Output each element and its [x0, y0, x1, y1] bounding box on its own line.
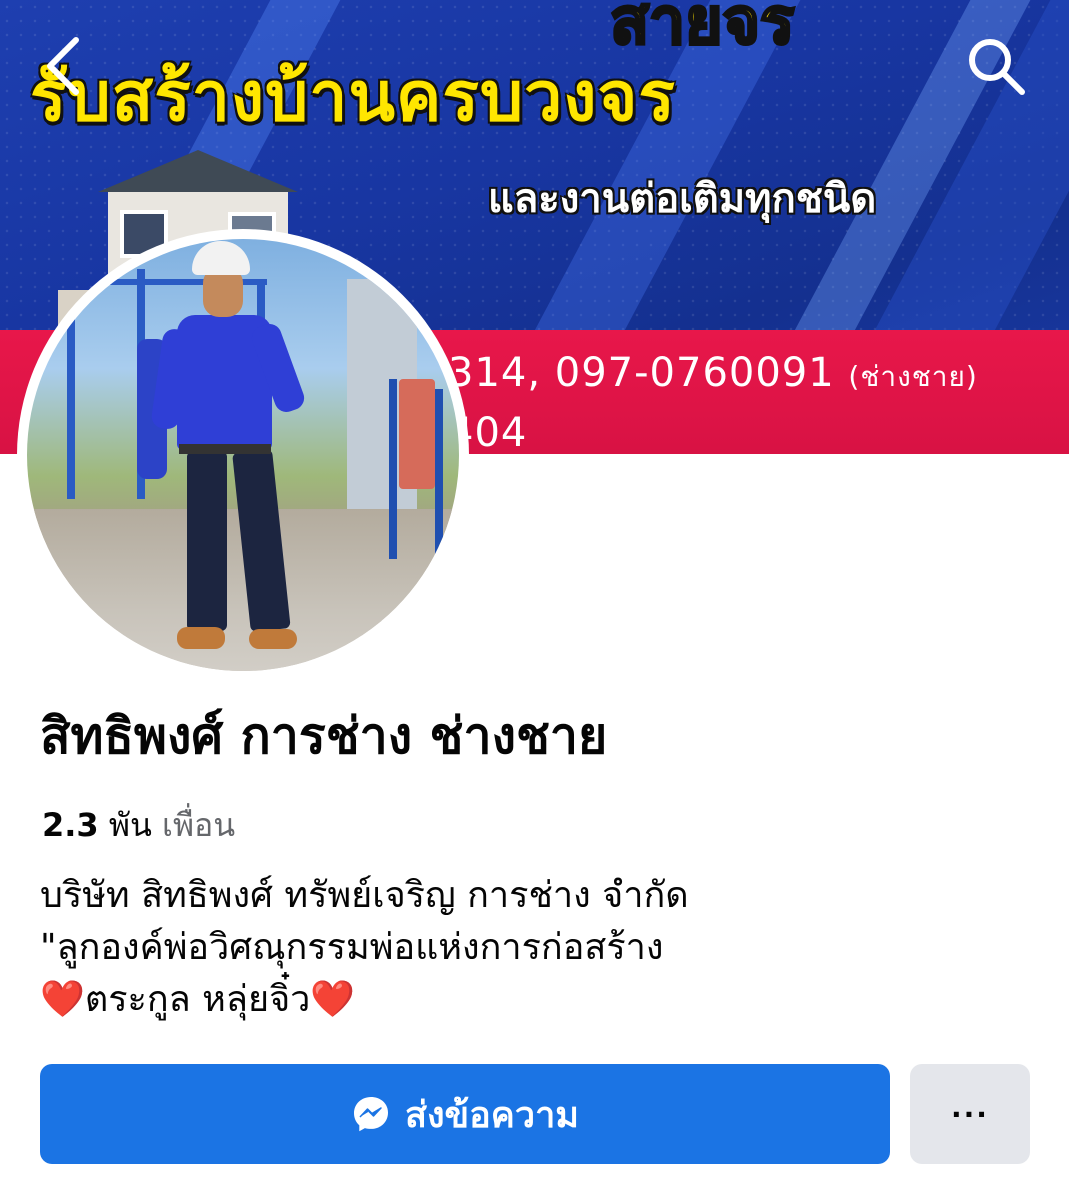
cover-phone-line1: 314, 097-0760091 (ช่างชาย) [448, 350, 978, 399]
profile-name: สิทธิพงศ์ การช่าง ช่างชาย [40, 707, 608, 765]
friends-count-unit: พัน [108, 806, 152, 844]
back-button[interactable] [30, 34, 94, 98]
friends-count-link[interactable]: 2.3 พัน เพื่อน [42, 800, 235, 851]
bio-line-text: ตระกูล หลุ่ยจิ๋ว [84, 979, 311, 1020]
bio-line: ❤️ตระกูล หลุ่ยจิ๋ว❤️ [40, 974, 1040, 1026]
friends-label: เพื่อน [162, 806, 236, 844]
heart-emoji: ❤️ [40, 979, 85, 1020]
friends-count: 2.3 [42, 806, 99, 844]
chevron-left-icon [47, 37, 79, 95]
cover-phone-suffix: (ช่างชาย) [848, 360, 978, 393]
profile-avatar[interactable] [27, 239, 459, 671]
profile-bio: บริษัท สิทธิพงศ์ ทรัพย์เจริญ การช่าง จำก… [40, 870, 1040, 1026]
cover-subline: และงานต่อเติมทุกชนิด [488, 176, 877, 222]
bio-line: "ลูกองค์พ่อวิศณุกรรมพ่อแห่งการก่อสร้าง [40, 927, 664, 968]
cover-phone-numbers: 314, 097-0760091 [448, 350, 835, 396]
heart-emoji: ❤️ [310, 979, 356, 1020]
more-options-button[interactable]: ··· [910, 1064, 1030, 1164]
cover-headline: รับสร้างบ้านครบวงจร [30, 58, 676, 137]
search-button[interactable] [964, 34, 1028, 98]
search-icon [969, 39, 1025, 95]
send-message-label: ส่งข้อความ [404, 1094, 580, 1136]
send-message-button[interactable]: ส่งข้อความ [40, 1064, 890, 1164]
profile-page: สายจร รับสร้างบ้านครบวงจร และงานต่อเติมท… [0, 0, 1069, 1200]
messenger-icon [353, 1097, 388, 1132]
bio-line: บริษัท สิทธิพงศ์ ทรัพย์เจริญ การช่าง จำก… [40, 875, 689, 916]
more-options-icon: ··· [951, 1097, 989, 1131]
